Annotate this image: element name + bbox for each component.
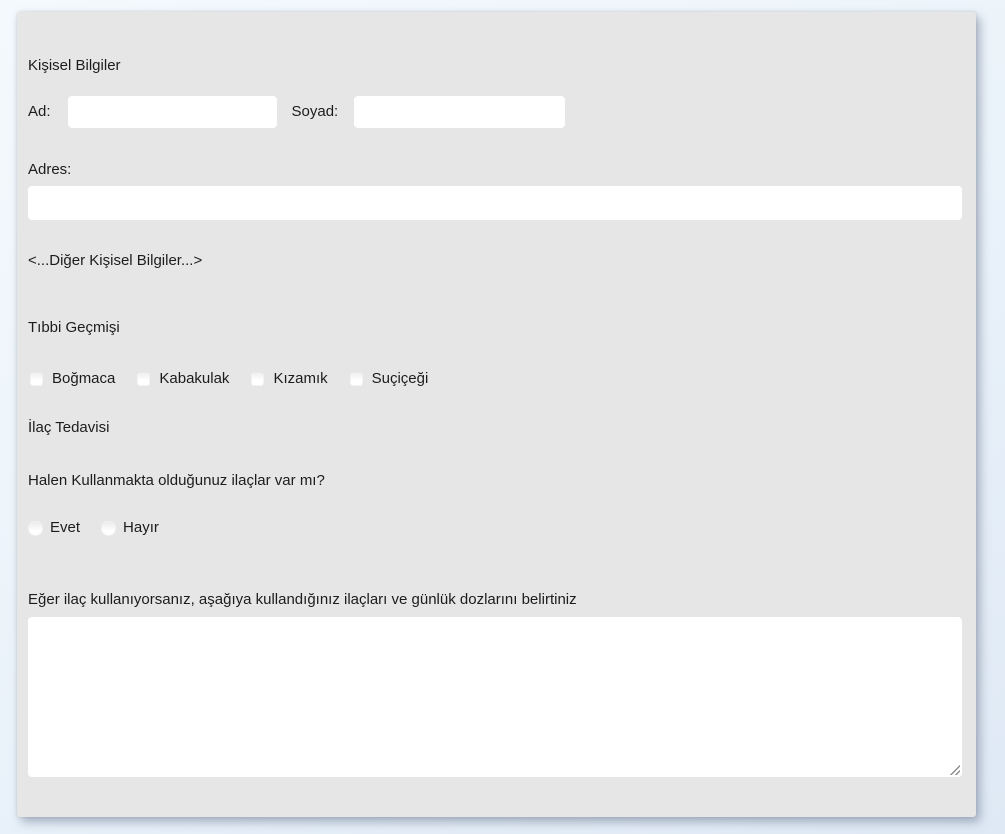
radio-group-evet[interactable]: Evet — [28, 518, 80, 538]
radio-group-hayir[interactable]: Hayır — [101, 518, 159, 538]
name-row: Ad: Soyad: — [28, 96, 565, 128]
first-name-label: Ad: — [28, 102, 51, 122]
medical-history-section-title: Tıbbi Geçmişi — [28, 318, 120, 338]
last-name-label: Soyad: — [292, 102, 339, 122]
kabakulak-checkbox[interactable] — [137, 373, 150, 386]
evet-label: Evet — [50, 518, 80, 538]
current-medication-question: Halen Kullanmakta olduğunuz ilaçlar var … — [28, 471, 325, 491]
medication-section-title: İlaç Tedavisi — [28, 418, 109, 438]
form-panel: Kişisel Bilgiler Ad: Soyad: Adres: <...D… — [17, 12, 976, 817]
hayir-label: Hayır — [123, 518, 159, 538]
medication-details-label: Eğer ilaç kullanıyorsanız, aşağıya kulla… — [28, 590, 577, 610]
hayir-radio[interactable] — [101, 521, 116, 536]
medication-details-field-wrapper — [28, 617, 962, 777]
kabakulak-label: Kabakulak — [159, 369, 229, 389]
kizamik-label: Kızamık — [273, 369, 327, 389]
personal-info-section-title: Kişisel Bilgiler — [28, 56, 121, 76]
bogmaca-label: Boğmaca — [52, 369, 115, 389]
bogmaca-checkbox[interactable] — [30, 373, 43, 386]
checkbox-group-kizamik[interactable]: Kızamık — [251, 369, 327, 389]
sucicegi-checkbox[interactable] — [350, 373, 363, 386]
checkbox-group-bogmaca[interactable]: Boğmaca — [30, 369, 115, 389]
first-name-input[interactable] — [68, 96, 277, 128]
medication-radio-row: Evet Hayır — [28, 518, 180, 538]
medical-history-checkbox-row: Boğmaca Kabakulak Kızamık Suçiçeği — [30, 369, 450, 389]
checkbox-group-sucicegi[interactable]: Suçiçeği — [350, 369, 429, 389]
address-input[interactable] — [28, 186, 962, 220]
last-name-input[interactable] — [354, 96, 565, 128]
sucicegi-label: Suçiçeği — [372, 369, 429, 389]
checkbox-group-kabakulak[interactable]: Kabakulak — [137, 369, 229, 389]
other-personal-info-placeholder-text: <...Diğer Kişisel Bilgiler...> — [28, 251, 202, 271]
medication-details-textarea[interactable] — [28, 617, 962, 777]
evet-radio[interactable] — [28, 521, 43, 536]
address-label: Adres: — [28, 160, 71, 180]
kizamik-checkbox[interactable] — [251, 373, 264, 386]
